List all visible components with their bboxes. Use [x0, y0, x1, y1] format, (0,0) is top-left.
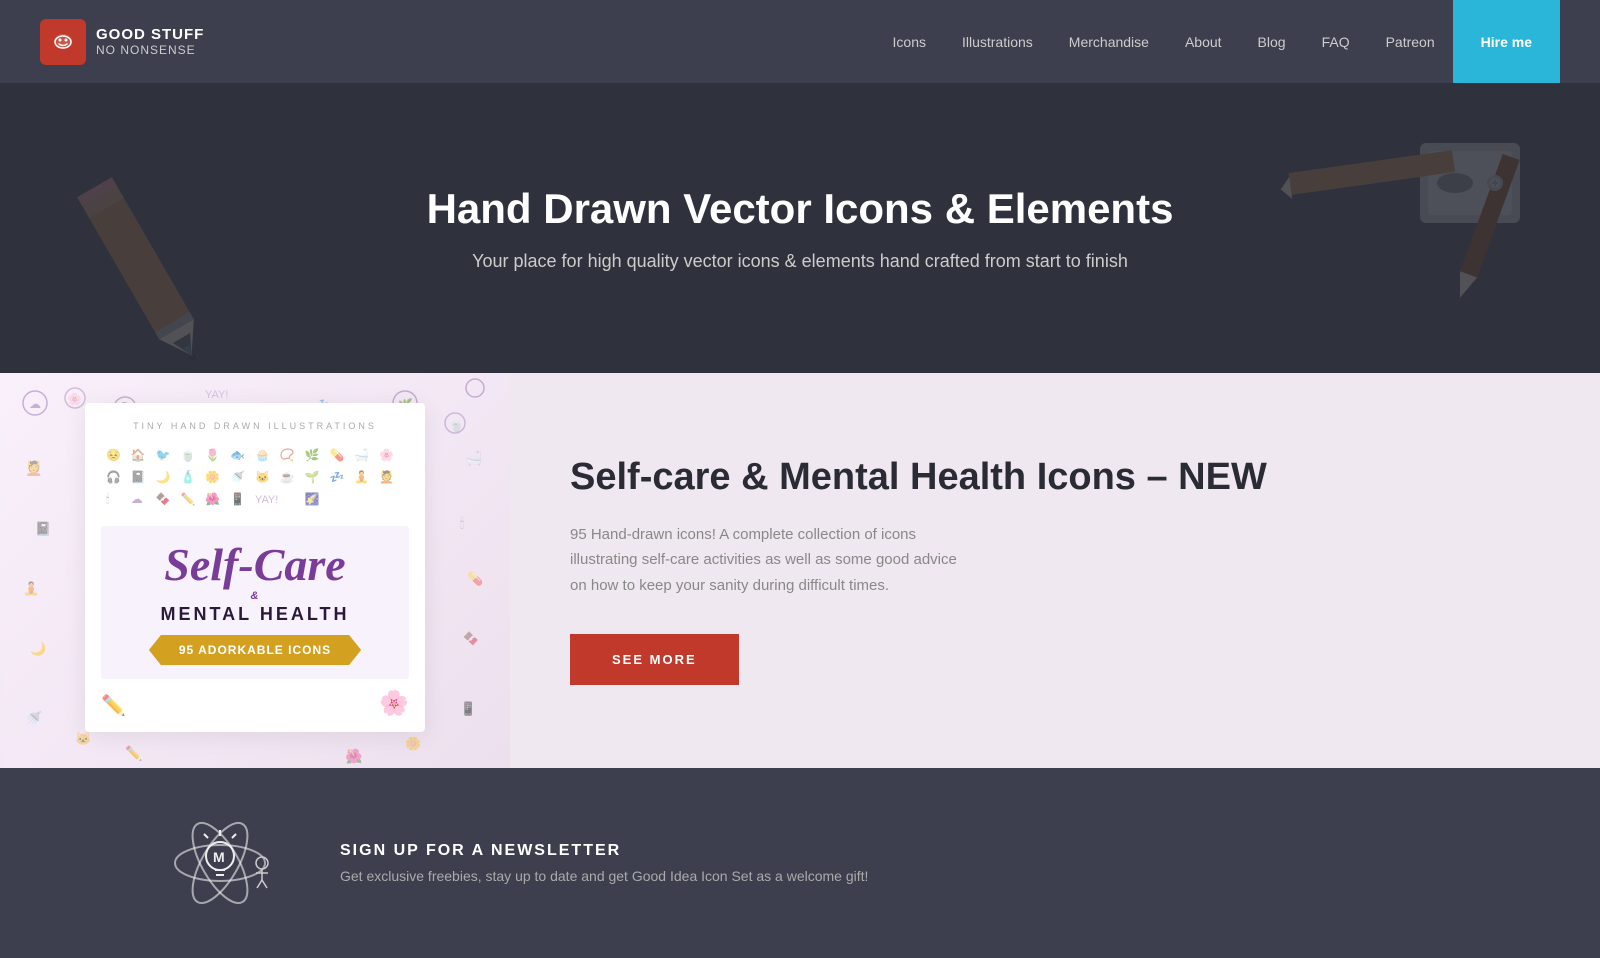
- svg-text:💤: 💤: [330, 470, 345, 484]
- svg-text:YAY!: YAY!: [205, 389, 228, 401]
- svg-text:🐟: 🐟: [230, 448, 245, 462]
- feature-title: Self-care & Mental Health Icons – NEW: [570, 456, 1520, 500]
- svg-text:🛁: 🛁: [465, 450, 482, 467]
- svg-text:M: M: [213, 849, 225, 865]
- hero-subtitle: Your place for high quality vector icons…: [427, 251, 1174, 272]
- svg-text:🌸: 🌸: [379, 448, 394, 462]
- newsletter-text: SIGN UP FOR A NEWSLETTER Get exclusive f…: [340, 842, 1440, 884]
- svg-text:📓: 📓: [131, 470, 146, 484]
- svg-text:🐦: 🐦: [156, 448, 171, 462]
- svg-text:🧁: 🧁: [255, 448, 270, 462]
- hero-section: Hand Drawn Vector Icons & Elements Your …: [0, 83, 1600, 373]
- main-nav: Icons Illustrations Merchandise About Bl…: [875, 0, 1560, 83]
- card-flower-icon: 🌸: [379, 689, 409, 718]
- svg-text:🌺: 🌺: [345, 748, 362, 765]
- svg-text:🏠: 🏠: [131, 448, 146, 462]
- svg-text:💊: 💊: [467, 570, 483, 587]
- svg-text:🌠: 🌠: [305, 492, 320, 506]
- svg-text:🚿: 🚿: [230, 470, 245, 484]
- svg-text:☁: ☁: [131, 492, 143, 506]
- svg-text:🌿: 🌿: [305, 448, 320, 462]
- feature-text: Self-care & Mental Health Icons – NEW 95…: [510, 373, 1600, 768]
- svg-text:✏️: ✏️: [180, 491, 195, 506]
- svg-text:📿: 📿: [280, 448, 295, 462]
- card-title-amp: &: [251, 590, 260, 602]
- nav-illustrations[interactable]: Illustrations: [944, 0, 1051, 83]
- feature-section: ☁ 🌸 🎧 🌿 🍵 💆 🛁 📓 🕯 🧘 💊 🌙 🍫 🚿: [0, 373, 1600, 768]
- svg-text:🐱: 🐱: [255, 470, 270, 484]
- hire-me-button[interactable]: Hire me: [1453, 0, 1560, 83]
- feature-description: 95 Hand-drawn icons! A complete collecti…: [570, 522, 970, 599]
- svg-text:💊: 💊: [330, 447, 345, 462]
- svg-text:YAY!: YAY!: [255, 494, 278, 506]
- card-doodles-grid: 😣 🏠 🐦 🍵 🌷 🐟 🧁 📿 🌿 💊 🛁 🌸 🎧 📓: [101, 441, 409, 516]
- svg-text:🌺: 🌺: [205, 492, 220, 506]
- nav-about[interactable]: About: [1167, 0, 1240, 83]
- nav-blog[interactable]: Blog: [1240, 0, 1304, 83]
- svg-text:📓: 📓: [35, 521, 51, 536]
- svg-text:🕯: 🕯: [460, 515, 464, 531]
- newsletter-section: M SIGN UP FOR A NEWSLETTER Get exclusive…: [0, 768, 1600, 958]
- svg-text:☁: ☁: [29, 397, 41, 411]
- hero-content: Hand Drawn Vector Icons & Elements Your …: [427, 185, 1174, 272]
- svg-text:🍵: 🍵: [449, 417, 464, 432]
- newsletter-icon: M: [160, 808, 280, 918]
- card-title-selfcare: Self-Care: [164, 542, 345, 588]
- svg-text:🧘: 🧘: [354, 470, 369, 484]
- logo-icon: [40, 19, 86, 65]
- svg-text:🍫: 🍫: [156, 492, 171, 506]
- svg-text:🌙: 🌙: [30, 641, 46, 657]
- svg-text:🌙: 🌙: [156, 470, 171, 484]
- svg-text:📱: 📱: [460, 701, 476, 716]
- svg-text:✏️: ✏️: [125, 744, 142, 762]
- svg-text:🎧: 🎧: [106, 470, 121, 484]
- newsletter-description: Get exclusive freebies, stay up to date …: [340, 868, 1440, 884]
- svg-text:😣: 😣: [106, 448, 121, 462]
- card-ribbon: 95 ADORKABLE ICONS: [149, 635, 361, 665]
- hero-title: Hand Drawn Vector Icons & Elements: [427, 185, 1174, 233]
- svg-text:📱: 📱: [230, 492, 245, 506]
- feature-image: ☁ 🌸 🎧 🌿 🍵 💆 🛁 📓 🕯 🧘 💊 🌙 🍫 🚿: [0, 373, 510, 768]
- svg-text:💆: 💆: [379, 469, 394, 484]
- nav-icons[interactable]: Icons: [875, 0, 944, 83]
- svg-text:🌱: 🌱: [305, 470, 320, 484]
- svg-text:🧘: 🧘: [23, 581, 39, 596]
- svg-text:☕: ☕: [280, 469, 295, 484]
- svg-text:🛁: 🛁: [354, 448, 369, 462]
- newsletter-title: SIGN UP FOR A NEWSLETTER: [340, 842, 1440, 860]
- svg-text:🕯: 🕯: [106, 492, 109, 506]
- nav-patreon[interactable]: Patreon: [1368, 0, 1453, 83]
- card-title-mentalhealth: MENTAL HEALTH: [161, 604, 350, 625]
- svg-text:💆: 💆: [25, 459, 42, 477]
- card-pencil-icon: ✏️: [101, 693, 126, 718]
- svg-text:🌸: 🌸: [67, 392, 82, 406]
- svg-text:🧴: 🧴: [180, 470, 195, 484]
- svg-text:🐱: 🐱: [75, 731, 91, 746]
- nav-faq[interactable]: FAQ: [1304, 0, 1368, 83]
- see-more-button[interactable]: SEE MORE: [570, 634, 739, 685]
- nav-merchandise[interactable]: Merchandise: [1051, 0, 1167, 83]
- svg-text:🚿: 🚿: [25, 710, 42, 727]
- logo[interactable]: GOOD STUFF NO NONSENSE: [40, 19, 204, 65]
- svg-text:🍫: 🍫: [463, 631, 479, 646]
- svg-text:🌼: 🌼: [405, 736, 421, 751]
- svg-text:🍵: 🍵: [180, 447, 195, 462]
- card-tiny-label: TINY HAND DRAWN ILLUSTRATIONS: [133, 421, 377, 431]
- logo-text: GOOD STUFF NO NONSENSE: [96, 26, 204, 57]
- svg-text:🌼: 🌼: [205, 470, 220, 484]
- svg-text:🌷: 🌷: [205, 448, 220, 462]
